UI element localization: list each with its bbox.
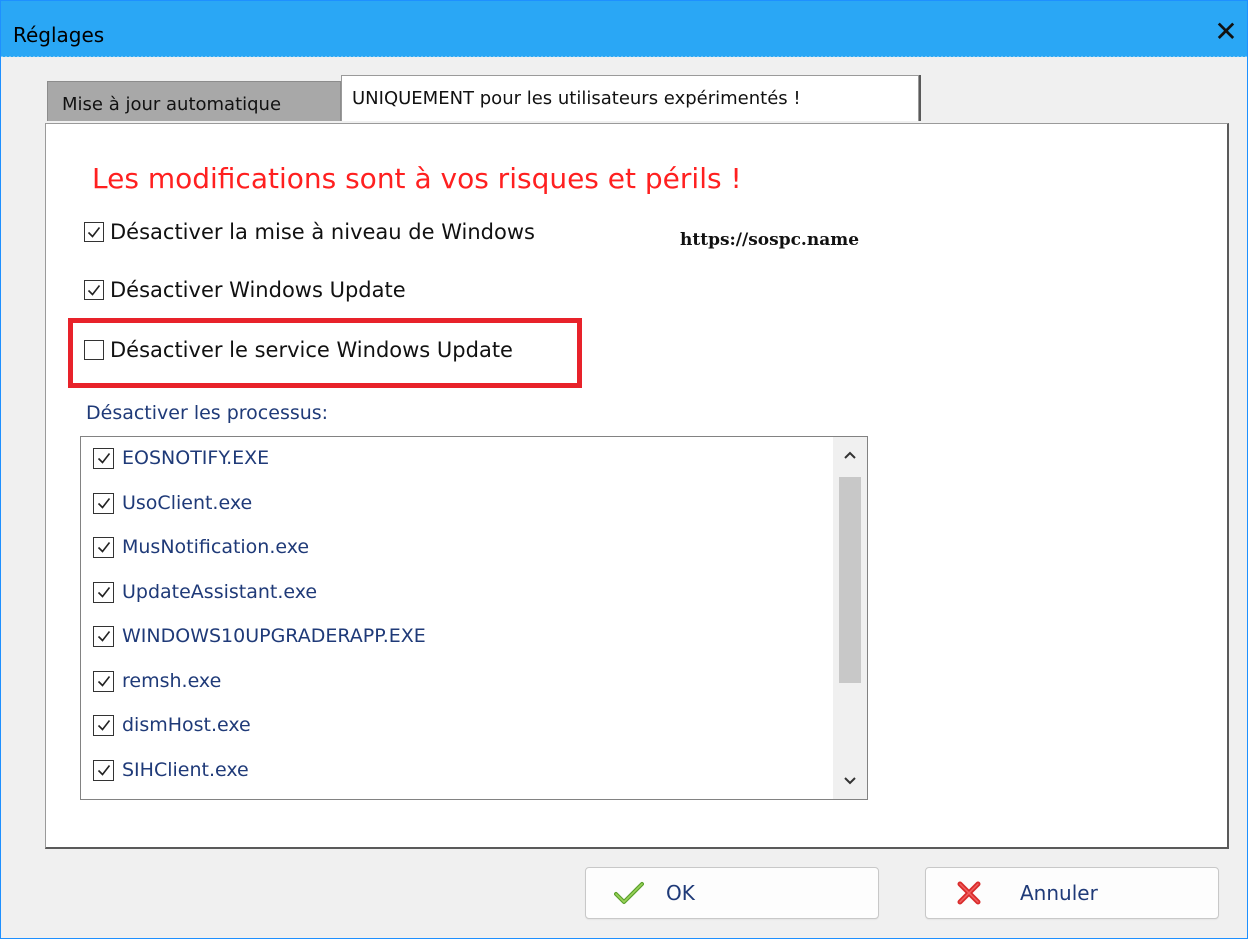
processes-label: Désactiver les processus: xyxy=(86,402,329,424)
list-item[interactable]: remsh.exe xyxy=(93,670,221,692)
checkbox-unchecked[interactable] xyxy=(84,340,104,360)
checkbox-checked[interactable] xyxy=(93,670,114,692)
cancel-label: Annuler xyxy=(1020,881,1098,905)
checkbox-checked[interactable] xyxy=(84,280,104,300)
tab-label: UNIQUEMENT pour les utilisateurs expérim… xyxy=(352,88,801,109)
list-item[interactable]: SIHClient.exe xyxy=(93,759,249,781)
tab-automatic-update[interactable]: Mise à jour automatique xyxy=(47,81,341,121)
checkbox-checked[interactable] xyxy=(93,714,114,736)
warning-text: Les modifications sont à vos risques et … xyxy=(92,162,742,195)
checkmark-icon xyxy=(87,227,101,238)
close-button[interactable]: ✕ xyxy=(1209,15,1243,49)
scroll-down-button[interactable] xyxy=(833,763,867,799)
option-label: Désactiver Windows Update xyxy=(110,278,406,302)
checkbox-checked[interactable] xyxy=(93,625,114,647)
checkbox-checked[interactable] xyxy=(93,581,114,603)
cancel-button[interactable]: Annuler xyxy=(925,867,1219,919)
process-name: remsh.exe xyxy=(122,670,222,692)
checkmark-icon xyxy=(97,631,110,642)
scroll-thumb[interactable] xyxy=(839,477,861,683)
option-disable-update-service[interactable]: Désactiver le service Windows Update xyxy=(84,338,513,362)
option-label: Désactiver le service Windows Update xyxy=(110,338,513,362)
process-name: WINDOWS10UPGRADERAPP.EXE xyxy=(122,625,426,647)
ok-label: OK xyxy=(666,881,695,905)
window-title: Réglages xyxy=(13,23,105,47)
checkmark-icon xyxy=(97,542,110,553)
checkmark-icon xyxy=(97,498,110,509)
title-bar: Réglages ✕ xyxy=(1,1,1247,57)
checkbox-checked[interactable] xyxy=(93,447,114,469)
checkbox-checked[interactable] xyxy=(93,759,114,781)
checkbox-checked[interactable] xyxy=(93,536,114,558)
process-name: SIHClient.exe xyxy=(122,759,249,781)
process-name: UpdateAssistant.exe xyxy=(122,581,318,603)
list-item[interactable]: UsoClient.exe xyxy=(93,492,252,514)
list-item[interactable]: MusNotification.exe xyxy=(93,536,309,558)
option-label: Désactiver la mise à niveau de Windows xyxy=(110,220,535,244)
checkmark-icon xyxy=(97,765,110,776)
red-x-icon xyxy=(954,878,984,908)
tab-panel: Les modifications sont à vos risques et … xyxy=(45,123,1229,849)
process-name: dismHost.exe xyxy=(122,714,251,736)
option-disable-windows-update[interactable]: Désactiver Windows Update xyxy=(84,278,406,302)
chevron-up-icon xyxy=(844,451,856,459)
process-listbox[interactable]: EOSNOTIFY.EXE UsoClient.exe MusNotificat… xyxy=(80,436,868,800)
checkbox-checked[interactable] xyxy=(84,222,104,242)
process-name: EOSNOTIFY.EXE xyxy=(122,447,270,469)
ok-button[interactable]: OK xyxy=(585,867,879,919)
tab-label: Mise à jour automatique xyxy=(62,94,282,115)
process-name: UsoClient.exe xyxy=(122,492,253,514)
close-icon: ✕ xyxy=(1214,15,1238,48)
list-item[interactable]: dismHost.exe xyxy=(93,714,251,736)
checkmark-icon xyxy=(97,676,110,687)
checkmark-icon xyxy=(614,878,644,908)
checkmark-icon xyxy=(87,285,101,296)
settings-dialog: Réglages ✕ Mise à jour automatique UNIQU… xyxy=(0,0,1248,939)
checkbox-checked[interactable] xyxy=(93,492,114,514)
checkmark-icon xyxy=(97,587,110,598)
list-item[interactable]: UpdateAssistant.exe xyxy=(93,581,317,603)
checkmark-icon xyxy=(97,720,110,731)
chevron-down-icon xyxy=(844,777,856,785)
tab-advanced-users[interactable]: UNIQUEMENT pour les utilisateurs expérim… xyxy=(341,75,919,121)
option-disable-windows-upgrade[interactable]: Désactiver la mise à niveau de Windows xyxy=(84,220,535,244)
list-item[interactable]: WINDOWS10UPGRADERAPP.EXE xyxy=(93,625,426,647)
checkmark-icon xyxy=(97,453,110,464)
list-item[interactable]: EOSNOTIFY.EXE xyxy=(93,447,269,469)
scroll-up-button[interactable] xyxy=(833,437,867,473)
site-url: https://sospc.name xyxy=(680,230,860,250)
process-name: MusNotification.exe xyxy=(122,536,310,558)
vertical-scrollbar[interactable] xyxy=(833,437,867,799)
